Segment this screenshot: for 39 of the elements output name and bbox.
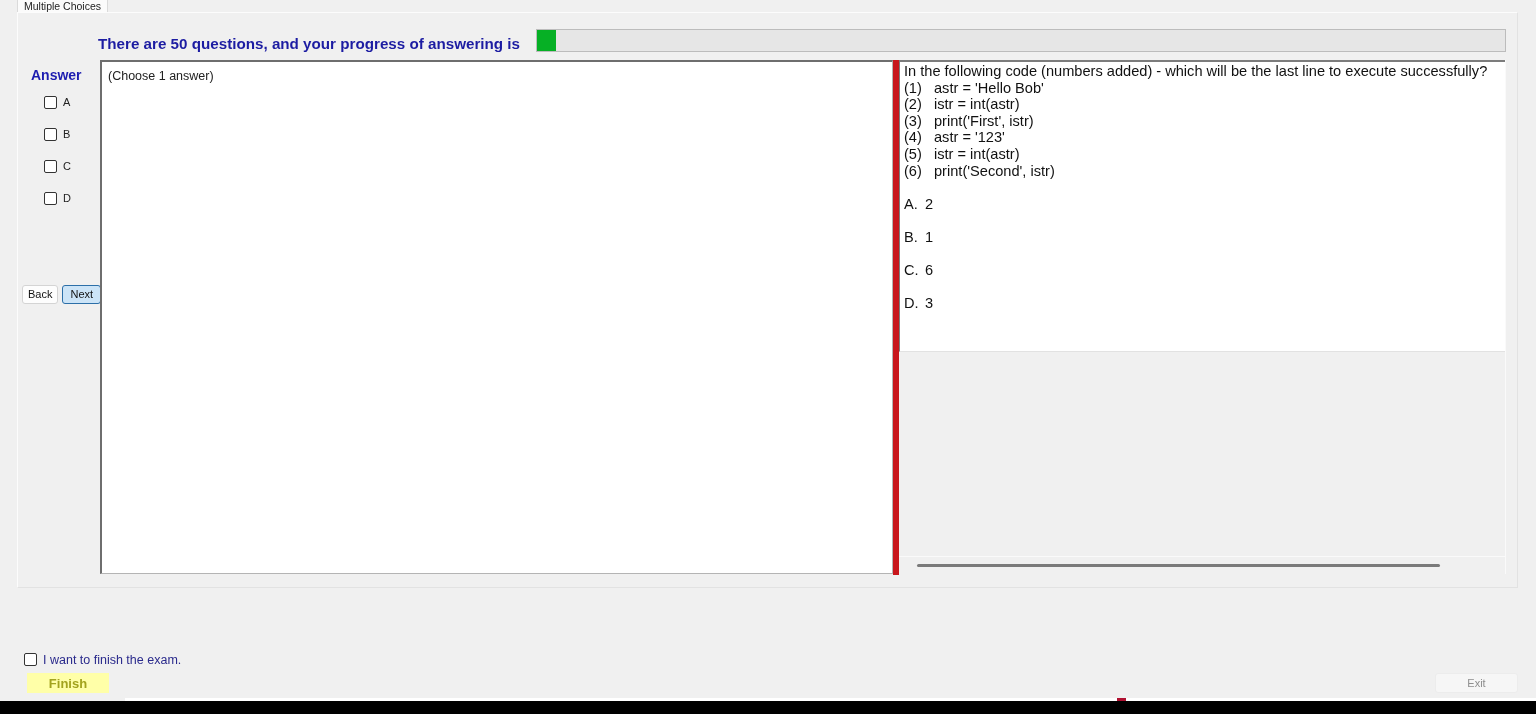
code-line: print('First', istr) bbox=[934, 112, 1034, 130]
code-line: print('Second', istr) bbox=[934, 162, 1055, 180]
code-line: astr = '123' bbox=[934, 129, 1005, 146]
choice-value: 6 bbox=[925, 262, 934, 279]
scrollbar-thumb[interactable] bbox=[917, 564, 1440, 567]
confirm-label: I want to finish the exam. bbox=[43, 652, 182, 667]
choice-letter: C. bbox=[904, 262, 920, 279]
instruction-text: (Choose 1 answer) bbox=[108, 69, 214, 83]
back-button[interactable]: Back bbox=[22, 285, 59, 304]
choice-letter: D. bbox=[904, 295, 920, 312]
checkbox[interactable] bbox=[44, 127, 57, 141]
option-label: C bbox=[63, 160, 71, 172]
choice-value: 1 bbox=[925, 228, 934, 246]
checkbox[interactable] bbox=[44, 159, 57, 173]
line-number: (2) bbox=[904, 96, 923, 113]
code-line: astr = 'Hello Bob' bbox=[934, 79, 1044, 97]
option-label: D bbox=[63, 192, 71, 204]
marker-icon bbox=[1117, 698, 1126, 701]
line-number: (3) bbox=[904, 112, 923, 130]
choice-value: 2 bbox=[925, 195, 934, 213]
next-button[interactable]: Next bbox=[62, 285, 102, 304]
answer-heading: Answer bbox=[31, 67, 82, 83]
checkbox[interactable] bbox=[44, 191, 57, 205]
progress-caption: There are 50 questions, and your progress of answering is bbox=[98, 35, 520, 52]
line-number: (4) bbox=[904, 129, 923, 146]
line-number: (5) bbox=[904, 145, 923, 163]
option-label: B bbox=[63, 128, 71, 140]
line-number: (6) bbox=[904, 162, 923, 180]
checkbox[interactable] bbox=[24, 653, 37, 666]
choice-value: 3 bbox=[925, 295, 934, 312]
option-label: A bbox=[63, 96, 71, 108]
question-prompt: In the following code (numbers added) - which will be the last line to execute successfully? bbox=[904, 63, 1488, 80]
line-number: (1) bbox=[904, 79, 923, 97]
tab[interactable]: Multiple Choices bbox=[17, 0, 109, 12]
code-line: istr = int(astr) bbox=[934, 145, 1020, 163]
checkbox[interactable] bbox=[44, 95, 57, 109]
choice-letter: A. bbox=[904, 195, 919, 213]
code-line: istr = int(astr) bbox=[934, 96, 1020, 113]
choice-letter: B. bbox=[904, 228, 919, 246]
